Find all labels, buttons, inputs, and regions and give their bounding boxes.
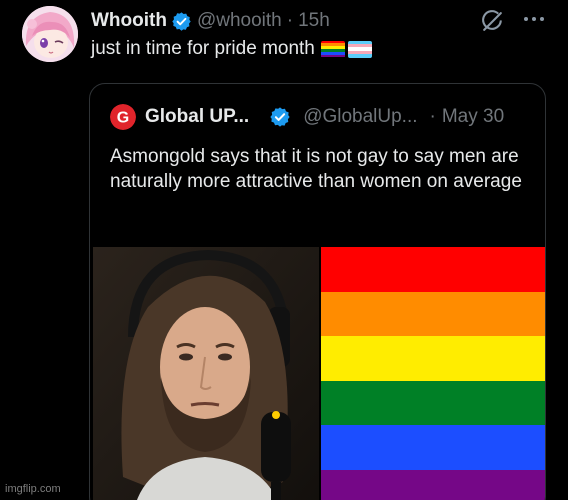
tweet-body: just in time for pride month	[91, 38, 315, 59]
separator-dot: ·	[286, 10, 294, 31]
verified-badge-icon	[269, 106, 291, 128]
flag-stripe-purple	[321, 469, 545, 500]
author-name[interactable]: Whooith	[91, 10, 167, 32]
more-icon[interactable]	[521, 6, 547, 32]
flag-stripe-green	[321, 380, 545, 425]
quote-author-name[interactable]: Global UP...	[145, 106, 249, 128]
avatar[interactable]	[22, 6, 78, 62]
timestamp[interactable]: 15h	[298, 10, 330, 32]
quote-text: Asmongold says that it is not gay to say…	[110, 146, 522, 192]
streamer-photo[interactable]	[93, 247, 319, 500]
flag-stripe-orange	[321, 291, 545, 336]
quoted-tweet-card[interactable]: G Global UP... @GlobalUp... · May 30 Asm…	[89, 83, 546, 500]
tweet-header: Whooith @whooith · 15h	[91, 9, 330, 33]
quote-media[interactable]	[93, 247, 545, 500]
flag-stripe-red	[321, 247, 545, 292]
watermark: imgflip.com	[5, 483, 61, 495]
flag-stripe-yellow	[321, 336, 545, 381]
verified-badge-icon	[171, 11, 192, 32]
quote-date[interactable]: May 30	[442, 106, 504, 128]
quote-header: G Global UP... @GlobalUp... · May 30	[110, 104, 504, 130]
transgender-flag-icon	[347, 40, 372, 58]
flag-stripe-blue	[321, 425, 545, 470]
global-up-logo-icon: G	[110, 104, 136, 130]
logo-letter: G	[117, 110, 129, 127]
rainbow-flag-image[interactable]	[321, 247, 545, 500]
quote-author-handle[interactable]: @GlobalUp...	[303, 106, 417, 128]
tweet-text: just in time for pride month	[91, 38, 372, 60]
separator-dot: ·	[429, 106, 436, 127]
rainbow-flag-icon	[320, 40, 345, 58]
author-handle[interactable]: @whooith	[197, 10, 282, 32]
grok-icon[interactable]	[480, 9, 505, 34]
